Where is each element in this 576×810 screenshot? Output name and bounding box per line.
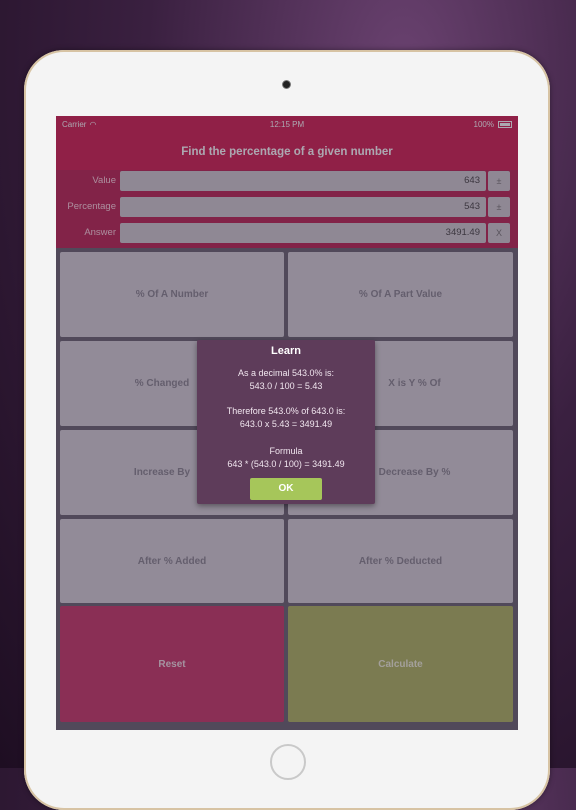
input-panel: Value 643 ± Percentage 543 ± Answer 3491… <box>56 170 518 248</box>
dialog-line: Therefore 543.0% of 643.0 is: <box>226 406 346 416</box>
answer-label: Answer <box>84 227 116 238</box>
percentage-label: Percentage <box>67 201 116 212</box>
battery-icon <box>498 121 512 128</box>
dialog-formula: 643 * (543.0 / 100) = 3491.49 <box>227 459 345 469</box>
increase-by-label: Increase By <box>133 467 191 478</box>
status-time: 12:15 PM <box>269 120 305 129</box>
status-bar: Carrier ◠ 12:15 PM 100% <box>56 116 518 134</box>
dialog-line: 543.0 / 100 = 5.43 <box>249 381 323 391</box>
reset-button[interactable]: Reset <box>60 606 284 722</box>
pct-of-number-button[interactable]: % Of A Number <box>60 252 284 337</box>
pct-of-part-button[interactable]: % Of A Part Value <box>288 252 513 337</box>
page-title: Find the percentage of a given number <box>56 134 518 170</box>
answer-row: Answer 3491.49 X <box>56 222 518 244</box>
calculate-button[interactable]: Calculate <box>288 606 513 722</box>
battery-percent: 100% <box>473 120 494 129</box>
value-label: Value <box>92 175 116 186</box>
app-screen: Carrier ◠ 12:15 PM 100% Find the percenta… <box>56 116 518 730</box>
percentage-field[interactable]: 543 <box>120 197 486 217</box>
dialog-line: Formula <box>269 446 303 456</box>
after-pct-deducted-button[interactable]: After % Deducted <box>288 519 513 603</box>
pct-changed-label: % Changed <box>134 378 190 389</box>
learn-dialog: Learn As a decimal 543.0% is: 543.0 / 10… <box>197 340 375 504</box>
after-pct-added-button[interactable]: After % Added <box>60 519 284 603</box>
value-row: Value 643 ± <box>56 170 518 192</box>
percentage-row: Percentage 543 ± <box>56 196 518 218</box>
percentage-sign-button[interactable]: ± <box>488 197 510 217</box>
value-field[interactable]: 643 <box>120 171 486 191</box>
home-button[interactable] <box>270 744 306 780</box>
camera-icon <box>282 80 291 89</box>
ok-button[interactable]: OK <box>250 478 322 500</box>
dialog-line: 643.0 x 5.43 = 3491.49 <box>239 419 333 429</box>
dialog-line: As a decimal 543.0% is: <box>237 368 335 378</box>
value-sign-button[interactable]: ± <box>488 171 510 191</box>
x-is-y-pct-of-label: X is Y % Of <box>388 378 441 389</box>
decrease-by-pct-label: Decrease By % <box>378 467 451 478</box>
answer-field[interactable]: 3491.49 <box>120 223 486 243</box>
answer-clear-button[interactable]: X <box>488 223 510 243</box>
dialog-title: Learn <box>271 345 301 357</box>
